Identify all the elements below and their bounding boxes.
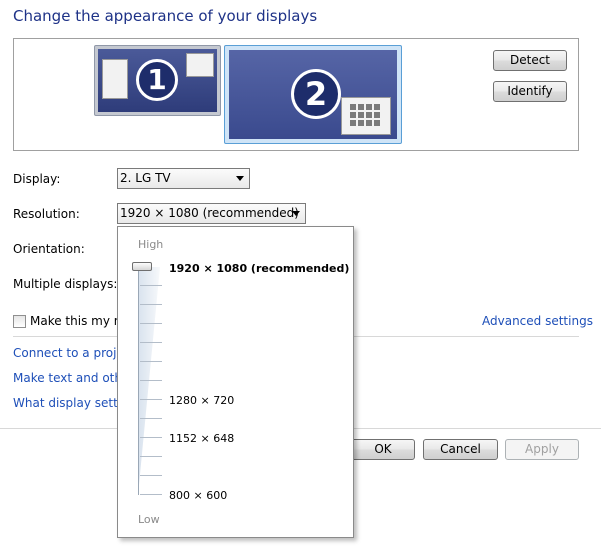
mini-window-icon	[341, 97, 391, 135]
monitor-2-number: 2	[291, 69, 341, 119]
display-select-value: 2. LG TV	[120, 171, 171, 185]
resolution-slider-track[interactable]	[138, 267, 160, 495]
advanced-settings-link[interactable]: Advanced settings	[482, 314, 593, 328]
monitor-1[interactable]: 1	[94, 45, 221, 116]
identify-button[interactable]: Identify	[493, 81, 567, 102]
slider-tick	[140, 494, 162, 495]
slider-tick	[140, 323, 162, 324]
slider-tick	[140, 285, 162, 286]
resolution-label: Resolution:	[13, 207, 80, 221]
slider-tick	[140, 437, 162, 438]
chevron-down-icon	[236, 176, 244, 181]
connect-projector-link[interactable]: Connect to a projec	[13, 346, 130, 360]
resolution-option[interactable]: 1280 × 720	[169, 394, 234, 407]
resolution-select-value: 1920 × 1080 (recommended)	[120, 206, 299, 220]
resolution-slider-thumb[interactable]	[132, 262, 152, 271]
slider-low-label: Low	[138, 513, 160, 526]
monitor-2[interactable]: 2	[224, 45, 402, 144]
slider-high-label: High	[138, 238, 164, 251]
display-select[interactable]: 2. LG TV	[117, 168, 250, 189]
monitor-2-screen: 2	[229, 50, 397, 139]
slider-tick	[140, 399, 162, 400]
monitor-1-number: 1	[136, 59, 178, 101]
mini-window-icon	[102, 59, 128, 99]
detect-button[interactable]: Detect	[493, 50, 567, 71]
monitor-1-screen: 1	[98, 49, 217, 112]
resolution-option[interactable]: 800 × 600	[169, 489, 227, 502]
slider-tick	[140, 304, 162, 305]
resolution-select[interactable]: 1920 × 1080 (recommended)	[117, 203, 306, 224]
cancel-button[interactable]: Cancel	[423, 439, 498, 460]
resolution-option[interactable]: 1152 × 648	[169, 432, 234, 445]
chevron-down-icon	[292, 211, 300, 216]
slider-tick	[140, 380, 162, 381]
mini-window-icon	[186, 53, 214, 77]
resolution-dropdown-popup: High 1920 × 1080 (recommended) 1280 × 72…	[117, 226, 354, 538]
grid-icon	[350, 104, 380, 126]
multiple-displays-label: Multiple displays:	[13, 277, 118, 291]
slider-tick	[140, 456, 162, 457]
display-label: Display:	[13, 172, 61, 186]
apply-button[interactable]: Apply	[505, 439, 579, 460]
slider-tick	[140, 475, 162, 476]
slider-tick	[140, 418, 162, 419]
make-main-display-checkbox[interactable]	[13, 315, 26, 328]
monitor-arrangement-panel: 1 2 Detect Identify	[13, 38, 579, 151]
orientation-label: Orientation:	[13, 242, 85, 256]
slider-tick	[140, 361, 162, 362]
slider-tick	[140, 342, 162, 343]
resolution-option[interactable]: 1920 × 1080 (recommended)	[169, 262, 349, 275]
page-title: Change the appearance of your displays	[13, 7, 318, 25]
resolution-slider-line	[138, 267, 139, 495]
ok-button[interactable]: OK	[351, 439, 415, 460]
